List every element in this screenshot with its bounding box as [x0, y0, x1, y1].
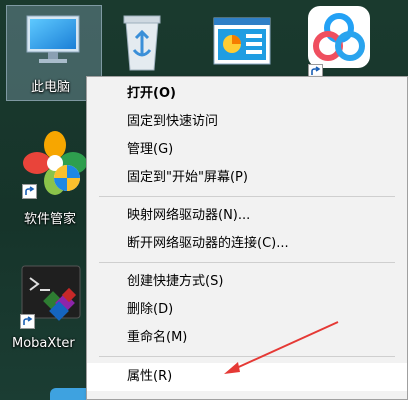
menu-item-delete[interactable]: 删除(D): [87, 297, 407, 323]
menu-item-rename[interactable]: 重命名(M): [87, 325, 407, 351]
desktop-icon-mobaxterm[interactable]: MobaXter: [10, 262, 90, 354]
menu-item-open[interactable]: 打开(O): [87, 81, 407, 107]
menu-item-disconnect-network-drive[interactable]: 断开网络驱动器的连接(C)...: [87, 231, 407, 257]
desktop-icon-control-panel[interactable]: [200, 8, 280, 78]
shortcut-arrow-icon: [20, 314, 35, 329]
control-panel-icon: [213, 17, 271, 65]
menu-item-create-shortcut[interactable]: 创建快捷方式(S): [87, 269, 407, 295]
software-manager-label: 软件管家: [24, 212, 77, 227]
shortcut-arrow-icon: [22, 184, 37, 199]
menu-separator: [99, 196, 395, 197]
menu-separator: [99, 262, 395, 263]
menu-item-pin-start[interactable]: 固定到"开始"屏幕(P): [87, 165, 407, 191]
menu-item-map-network-drive[interactable]: 映射网络驱动器(N)...: [87, 203, 407, 229]
mobaxterm-label: MobaXter: [12, 336, 75, 351]
context-menu: 打开(O) 固定到快速访问 管理(G) 固定到"开始"屏幕(P) 映射网络驱动器…: [86, 76, 408, 400]
menu-separator: [99, 356, 395, 357]
desktop-icon-baidu-netdisk[interactable]: [300, 6, 380, 79]
this-pc-icon: [26, 15, 80, 63]
baidu-netdisk-icon: [308, 6, 370, 68]
this-pc-label: 此电脑: [31, 80, 71, 95]
menu-item-manage[interactable]: 管理(G): [87, 137, 407, 163]
recycle-bin-icon: [123, 15, 161, 71]
menu-item-pin-quick-access[interactable]: 固定到快速访问: [87, 109, 407, 135]
desktop-icon-recycle-bin[interactable]: [108, 6, 188, 76]
menu-item-properties[interactable]: 属性(R): [87, 363, 407, 391]
desktop-icon-this-pc[interactable]: 此电脑: [13, 10, 93, 100]
